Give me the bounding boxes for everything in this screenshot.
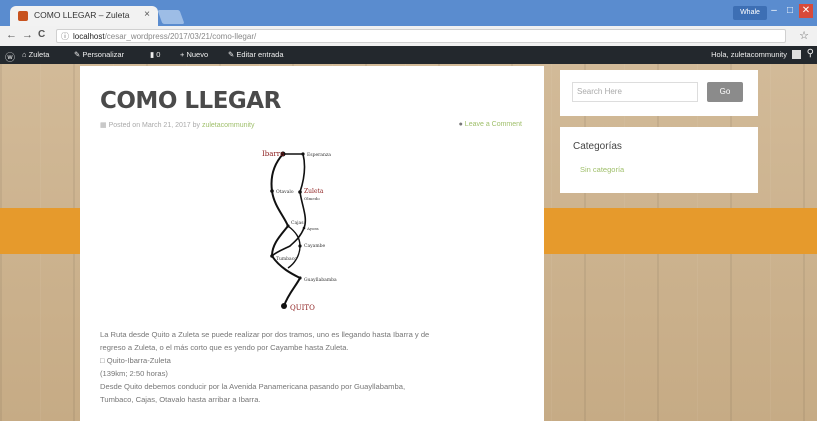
map-label-cayambe: Cayambe: [304, 243, 325, 249]
search-widget: Search Here Go: [560, 70, 758, 116]
wordpress-logo-icon[interactable]: ⓦ: [5, 49, 15, 64]
admin-new-link[interactable]: + Nuevo: [180, 50, 208, 59]
admin-edit-label: Editar entrada: [236, 50, 284, 59]
reload-icon[interactable]: C: [38, 29, 45, 40]
admin-search-icon[interactable]: ⚲: [807, 48, 814, 59]
admin-new-label: Nuevo: [186, 50, 209, 59]
url-path: /cesar_wordpress/2017/03/21/como-llegar/: [104, 32, 257, 41]
url-field[interactable]: ⓘ localhost/cesar_wordpress/2017/03/21/c…: [56, 29, 786, 43]
avatar[interactable]: [792, 50, 801, 59]
map-label-olmedo: Olmedo: [304, 196, 320, 201]
admin-comments-count: 0: [156, 50, 161, 59]
site-info-icon[interactable]: ⓘ: [61, 30, 69, 44]
categories-title: Categorías: [573, 141, 622, 152]
calendar-icon: ▦: [100, 122, 109, 129]
category-link[interactable]: Sin categoría: [580, 165, 624, 174]
admin-customize-label: Personalizar: [82, 50, 125, 59]
site-favicon-icon: [18, 11, 28, 21]
map-label-esperanza: Esperanza: [307, 152, 331, 158]
admin-edit-link[interactable]: ✎ Editar entrada: [228, 50, 284, 59]
browser-tab-strip: COMO LLEGAR – Zuleta × Whale – □ ✕: [0, 0, 817, 26]
admin-site-name: Zuleta: [28, 50, 50, 59]
map-label-cajas: Cajas: [291, 220, 304, 226]
post-card: COMO LLEGAR ▦ Posted on March 21, 2017 b…: [80, 66, 544, 421]
route-map-image: Ibarra Esperanza Otavalo Zuleta Olmedo C…: [262, 150, 337, 312]
map-label-otavalo: Otavalo: [276, 189, 294, 195]
post-paragraph: La Ruta desde Quito a Zuleta se puede re…: [100, 330, 430, 339]
browser-user-badge[interactable]: Whale: [733, 6, 767, 20]
map-label-ayora: Ayora: [306, 226, 319, 231]
leave-comment-link[interactable]: ● Leave a Comment: [459, 121, 522, 128]
maximize-icon[interactable]: □: [783, 4, 797, 18]
browser-tab[interactable]: COMO LLEGAR – Zuleta ×: [10, 6, 158, 26]
post-meta: ▦ Posted on March 21, 2017 by zuletacomm…: [100, 121, 255, 129]
home-icon: ⌂: [22, 50, 29, 59]
back-icon[interactable]: ←: [6, 29, 17, 41]
url-host: localhost: [73, 32, 105, 41]
post-body: La Ruta desde Quito a Zuleta se puede re…: [100, 328, 530, 406]
close-window-icon[interactable]: ✕: [799, 4, 813, 18]
admin-customize-link[interactable]: ✎ Personalizar: [74, 50, 124, 59]
window-controls: – □ ✕: [767, 4, 813, 20]
bookmark-star-icon[interactable]: ☆: [799, 29, 809, 42]
map-label-tumbaco: Tumbaco: [276, 256, 297, 262]
search-go-button[interactable]: Go: [707, 82, 743, 102]
tab-title: COMO LLEGAR – Zuleta: [34, 10, 130, 20]
map-label-zuleta: Zuleta: [304, 188, 324, 195]
post-title: COMO LLEGAR: [100, 88, 281, 114]
new-tab-button[interactable]: [157, 10, 185, 24]
post-author-link[interactable]: zuletacommunity: [202, 122, 255, 129]
tab-close-icon[interactable]: ×: [144, 9, 150, 20]
post-paragraph: Tumbaco, Cajas, Otavalo hasta arribar a …: [100, 395, 261, 404]
map-label-ibarra: Ibarra: [262, 150, 284, 158]
wp-admin-bar: ⓦ ⌂ Zuleta ✎ Personalizar ▮ 0 + Nuevo ✎ …: [0, 46, 817, 64]
address-bar: ← → C ⓘ localhost/cesar_wordpress/2017/0…: [0, 26, 817, 47]
leave-comment-label: Leave a Comment: [464, 121, 522, 128]
search-input[interactable]: Search Here: [572, 82, 698, 102]
post-paragraph: Desde Quito debemos conducir por la Aven…: [100, 382, 406, 391]
admin-comments-link[interactable]: ▮ 0: [150, 50, 160, 59]
post-paragraph: □ Quito-Ibarra-Zuleta: [100, 356, 171, 365]
forward-icon[interactable]: →: [22, 29, 33, 41]
categories-widget: Categorías Sin categoría: [560, 127, 758, 193]
post-date: Posted on March 21, 2017 by: [108, 122, 201, 129]
map-label-guayllabamba: Guayllabamba: [304, 277, 337, 283]
post-paragraph: (139km; 2:50 horas): [100, 369, 168, 378]
post-paragraph: regreso a Zuleta, o el más corto que es …: [100, 343, 349, 352]
admin-site-link[interactable]: ⌂ Zuleta: [22, 50, 49, 59]
admin-greeting[interactable]: Hola, zuletacommunity: [711, 50, 787, 59]
map-label-quito: QUITO: [290, 304, 315, 312]
minimize-icon[interactable]: –: [767, 4, 781, 18]
